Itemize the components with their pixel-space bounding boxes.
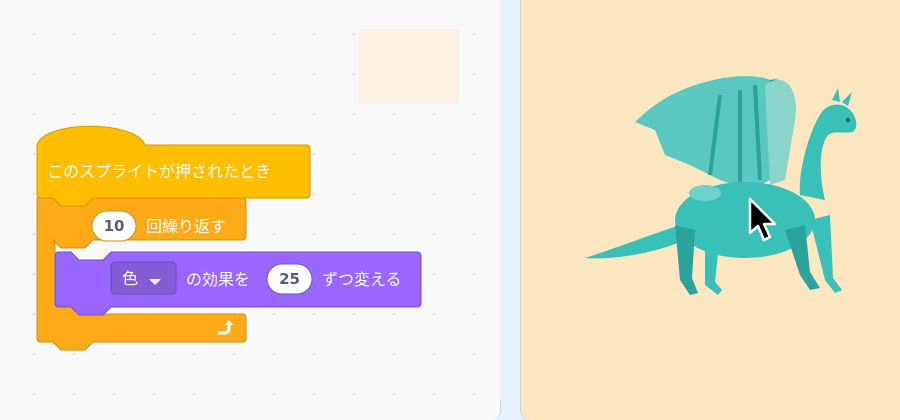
event-block-label: このスプライトが押されたとき	[47, 162, 271, 181]
effect-amount-value: 25	[279, 270, 300, 288]
repeat-block-label: 回繰り返す	[146, 217, 226, 236]
effect-block-label-mid: の効果を	[186, 270, 250, 289]
pane-divider	[500, 0, 520, 400]
block-script: このスプライトが押されたとき 10 回繰り返す 色 の効果を 25 ずつ変える	[36, 125, 422, 351]
dragon-sprite[interactable]	[570, 60, 870, 310]
effect-dropdown-value: 色	[122, 269, 138, 288]
repeat-count-value: 10	[104, 217, 125, 235]
mouse-cursor-icon	[748, 197, 777, 242]
effect-dropdown[interactable]	[110, 261, 177, 295]
effect-block-label-end: ずつ変える	[322, 270, 402, 289]
